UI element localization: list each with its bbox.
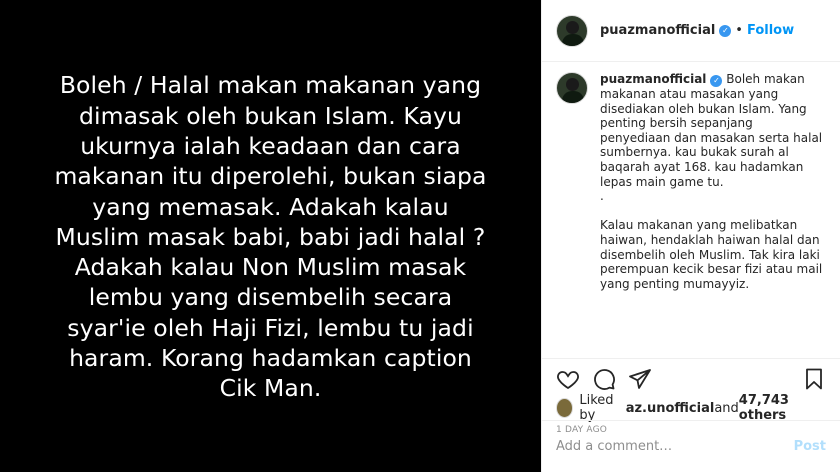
like-button[interactable] <box>556 367 580 391</box>
follow-button[interactable]: Follow <box>747 23 794 38</box>
post-header: puazmanofficial ✓ • Follow <box>542 0 840 62</box>
instagram-post: Boleh / Halal makan makanan yang dimasak… <box>0 0 840 472</box>
caption-avatar[interactable] <box>556 72 588 104</box>
caption: puazmanofficial ✓ Boleh makan makanan ata… <box>600 72 826 358</box>
post-sidebar: puazmanofficial ✓ • Follow puazmanoffici… <box>541 0 840 472</box>
share-icon <box>629 369 651 389</box>
liker-avatar[interactable] <box>556 398 574 418</box>
add-comment-bar: Post <box>542 420 840 472</box>
verified-badge-icon: ✓ <box>719 24 732 37</box>
likes-summary: Liked by az.unofficial and 47,743 others <box>556 393 826 423</box>
comment-icon <box>594 369 615 390</box>
share-button[interactable] <box>628 367 652 391</box>
post-image-text: Boleh / Halal makan makanan yang dimasak… <box>54 71 487 403</box>
verified-badge-icon: ✓ <box>710 75 723 87</box>
likes-middle: and <box>714 400 739 416</box>
post-image[interactable]: Boleh / Halal makan makanan yang dimasak… <box>0 0 541 472</box>
heart-icon <box>557 371 579 390</box>
avatar[interactable] <box>556 14 588 47</box>
likes-count[interactable]: 47,743 others <box>739 393 826 423</box>
likes-prefix: Liked by <box>579 393 614 423</box>
comment-input[interactable] <box>556 439 794 454</box>
caption-username[interactable]: puazmanofficial <box>600 72 706 86</box>
liker-username[interactable]: az.unofficial <box>626 401 715 416</box>
post-actions-area: Liked by az.unofficial and 47,743 others… <box>542 358 840 472</box>
post-comment-button[interactable]: Post <box>794 439 826 454</box>
bookmark-icon <box>806 368 822 390</box>
comments-section[interactable]: puazmanofficial ✓ Boleh makan makanan ata… <box>542 62 840 358</box>
separator-dot: • <box>735 23 743 38</box>
caption-text: Boleh makan makanan atau masakan yang di… <box>600 72 823 291</box>
comment-button[interactable] <box>592 367 616 391</box>
save-button[interactable] <box>802 367 826 391</box>
header-username[interactable]: puazmanofficial <box>600 23 715 38</box>
